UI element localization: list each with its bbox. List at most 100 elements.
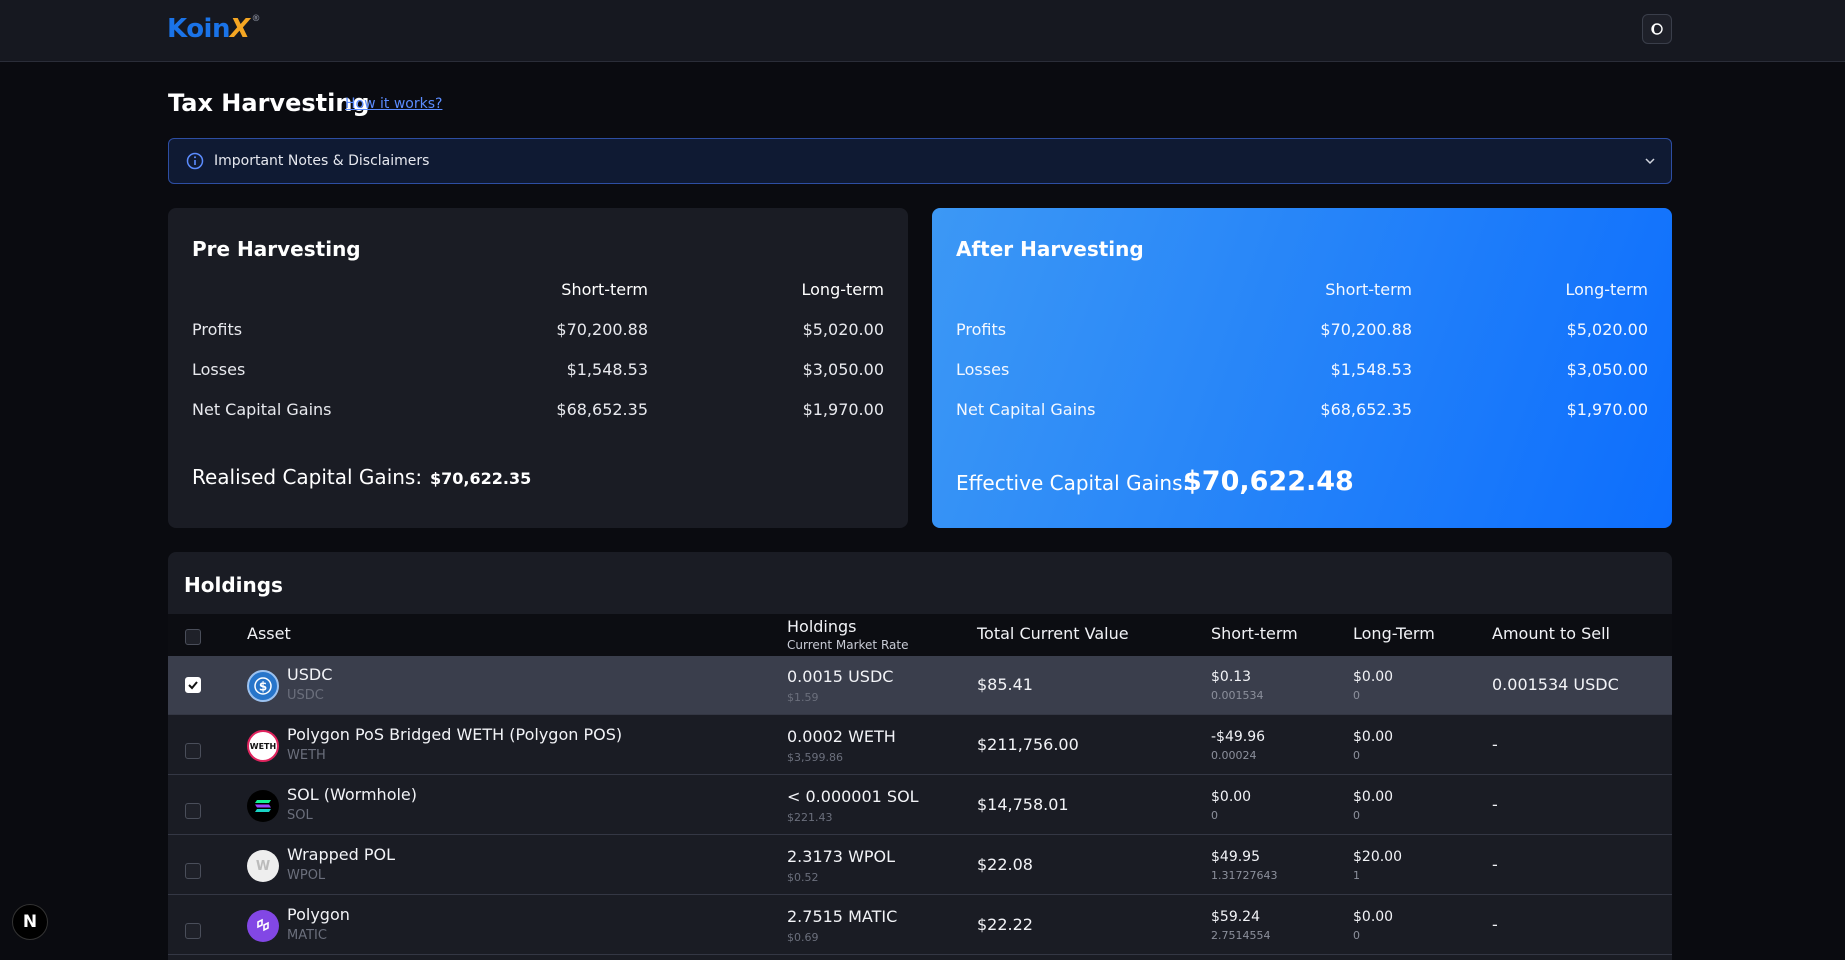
asset-name: USDC bbox=[287, 665, 333, 684]
row-checkbox[interactable] bbox=[185, 923, 201, 939]
market-rate: $0.69 bbox=[787, 931, 819, 944]
pre-profits-label: Profits bbox=[192, 320, 243, 339]
market-rate: $0.52 bbox=[787, 871, 819, 884]
asset-symbol: USDC bbox=[287, 688, 324, 703]
col-long-term[interactable]: Long-Term bbox=[1353, 624, 1435, 643]
col-short-term[interactable]: Short-term bbox=[1211, 624, 1298, 643]
total-current-value: $85.41 bbox=[977, 675, 1033, 694]
col-holdings[interactable]: Holdings bbox=[787, 617, 857, 636]
table-row[interactable]: WETH Polygon PoS Bridged WETH (Polygon P… bbox=[168, 716, 1672, 775]
page-title: Tax Harvesting bbox=[168, 89, 370, 117]
matic-icon bbox=[247, 910, 279, 942]
short-term-units: 0.001534 bbox=[1211, 689, 1264, 702]
holdings-panel: Holdings Asset Holdings Current Market R… bbox=[168, 552, 1672, 960]
col-total-value[interactable]: Total Current Value bbox=[977, 624, 1129, 643]
asset-symbol: WPOL bbox=[287, 868, 326, 883]
short-term-gain: $49.95 bbox=[1211, 849, 1260, 865]
long-term-gain: $0.00 bbox=[1353, 729, 1394, 745]
info-icon bbox=[186, 152, 204, 170]
after-losses-long: $3,050.00 bbox=[1566, 360, 1648, 379]
long-term-gain: $20.00 bbox=[1353, 849, 1402, 865]
long-term-gain: $0.00 bbox=[1353, 669, 1394, 685]
holdings-title: Holdings bbox=[184, 573, 283, 597]
after-losses-short: $1,548.53 bbox=[1330, 360, 1412, 379]
realised-gains-value: $70,622.35 bbox=[430, 469, 532, 488]
long-term-units: 0 bbox=[1353, 929, 1360, 942]
col-asset[interactable]: Asset bbox=[247, 624, 291, 643]
total-current-value: $14,758.01 bbox=[977, 795, 1069, 814]
asset-symbol: WETH bbox=[287, 748, 326, 763]
amount-to-sell: - bbox=[1492, 735, 1498, 754]
col-amount-to-sell[interactable]: Amount to Sell bbox=[1492, 624, 1610, 643]
row-checkbox[interactable] bbox=[185, 677, 201, 693]
row-checkbox[interactable] bbox=[185, 863, 201, 879]
holding-amount: 0.0015 USDC bbox=[787, 667, 894, 686]
top-bar: KoinX ® bbox=[0, 0, 1845, 62]
row-checkbox[interactable] bbox=[185, 803, 201, 819]
weth-icon: WETH bbox=[247, 730, 279, 762]
short-term-gain: -$49.96 bbox=[1211, 729, 1266, 745]
table-row[interactable]: Polygon MATIC 2.7515 MATIC $0.69 $22.22 … bbox=[168, 896, 1672, 955]
how-it-works-link[interactable]: How it works? bbox=[345, 96, 442, 112]
holding-amount: 2.7515 MATIC bbox=[787, 907, 898, 926]
pre-losses-long: $3,050.00 bbox=[802, 360, 884, 379]
effective-gains-label: Effective Capital Gains: bbox=[956, 471, 1190, 495]
pre-short-term-header: Short-term bbox=[561, 280, 648, 299]
logo-accent: X bbox=[229, 14, 250, 44]
usdc-icon: $ bbox=[247, 670, 279, 702]
holding-amount: 2.3173 WPOL bbox=[787, 847, 896, 866]
pre-profits-short: $70,200.88 bbox=[556, 320, 648, 339]
short-term-gain: $0.13 bbox=[1211, 669, 1252, 685]
amount-to-sell: 0.001534 USDC bbox=[1492, 675, 1619, 694]
theme-toggle-button[interactable] bbox=[1642, 14, 1672, 44]
asset-name: Polygon bbox=[287, 905, 350, 924]
svg-text:$: $ bbox=[259, 680, 267, 694]
holding-amount: < 0.000001 SOL bbox=[787, 787, 919, 806]
holding-amount: 0.0002 WETH bbox=[787, 727, 896, 746]
after-profits-long: $5,020.00 bbox=[1566, 320, 1648, 339]
after-harvesting-title: After Harvesting bbox=[956, 237, 1144, 261]
amount-to-sell: - bbox=[1492, 855, 1498, 874]
realised-gains-label: Realised Capital Gains: bbox=[192, 465, 423, 489]
after-net-gains-label: Net Capital Gains bbox=[956, 400, 1096, 419]
long-term-units: 1 bbox=[1353, 869, 1360, 882]
market-rate: $1.59 bbox=[787, 691, 819, 704]
col-holdings-sub: Current Market Rate bbox=[787, 638, 909, 652]
pre-losses-label: Losses bbox=[192, 360, 246, 379]
nextjs-dev-badge[interactable]: N bbox=[12, 904, 48, 940]
table-row[interactable]: W Wrapped POL WPOL 2.3173 WPOL $0.52 $22… bbox=[168, 836, 1672, 895]
table-row[interactable]: $ USDC USDC 0.0015 USDC $1.59 $85.41 $0.… bbox=[168, 656, 1672, 715]
select-all-checkbox[interactable] bbox=[185, 629, 201, 645]
checkmark-icon bbox=[188, 681, 198, 690]
row-checkbox[interactable] bbox=[185, 743, 201, 759]
short-term-gain: $59.24 bbox=[1211, 909, 1260, 925]
long-term-units: 0 bbox=[1353, 749, 1360, 762]
wpol-icon: W bbox=[247, 850, 279, 882]
amount-to-sell: - bbox=[1492, 795, 1498, 814]
after-net-gains-long: $1,970.00 bbox=[1566, 400, 1648, 419]
short-term-units: 0 bbox=[1211, 809, 1218, 822]
logo-registered: ® bbox=[251, 14, 261, 24]
market-rate: $221.43 bbox=[787, 811, 833, 824]
long-term-units: 0 bbox=[1353, 689, 1360, 702]
pre-long-term-header: Long-term bbox=[801, 280, 885, 299]
logo-text: Koin bbox=[167, 14, 230, 44]
pre-net-gains-label: Net Capital Gains bbox=[192, 400, 332, 419]
disclaimer-accordion[interactable]: Important Notes & Disclaimers bbox=[168, 138, 1672, 184]
holdings-table-header: Asset Holdings Current Market Rate Total… bbox=[168, 614, 1672, 656]
asset-symbol: MATIC bbox=[287, 928, 327, 943]
asset-name: Polygon PoS Bridged WETH (Polygon POS) bbox=[287, 725, 623, 744]
asset-name: Wrapped POL bbox=[287, 845, 396, 864]
after-harvesting-card: After Harvesting Short-term Long-term Pr… bbox=[932, 208, 1672, 528]
table-row[interactable]: SOL (Wormhole) SOL < 0.000001 SOL $221.4… bbox=[168, 776, 1672, 835]
short-term-gain: $0.00 bbox=[1211, 789, 1252, 805]
short-term-units: 0.00024 bbox=[1211, 749, 1257, 762]
long-term-units: 0 bbox=[1353, 809, 1360, 822]
koinx-logo[interactable]: KoinX ® bbox=[167, 14, 261, 44]
total-current-value: $211,756.00 bbox=[977, 735, 1079, 754]
total-current-value: $22.22 bbox=[977, 915, 1033, 934]
pre-harvesting-card: Pre Harvesting Short-term Long-term Prof… bbox=[168, 208, 908, 528]
asset-symbol: SOL bbox=[287, 808, 313, 823]
short-term-units: 2.7514554 bbox=[1211, 929, 1271, 942]
total-current-value: $22.08 bbox=[977, 855, 1033, 874]
